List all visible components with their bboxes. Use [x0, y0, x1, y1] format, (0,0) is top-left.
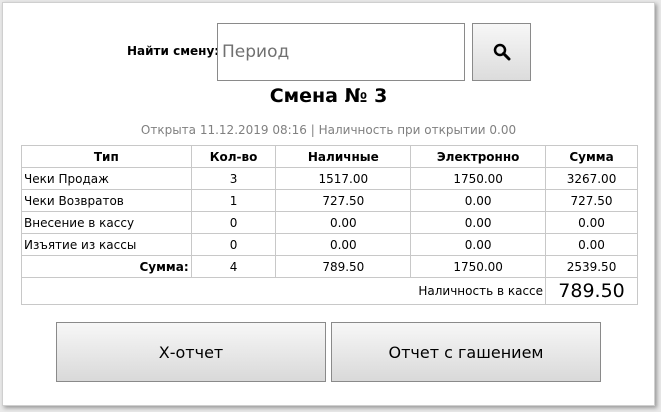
row-electronic: 0.00 — [410, 233, 547, 256]
row-sum: 0.00 — [545, 233, 638, 256]
table-total-row: Сумма: 4 789.50 1750.00 2539.50 — [21, 255, 638, 278]
row-cash: 1517.00 — [275, 167, 412, 190]
table-row: Чеки Продаж 3 1517.00 1750.00 3267.00 — [21, 167, 638, 190]
search-label: Найти смену: — [127, 44, 220, 58]
row-electronic: 0.00 — [410, 211, 547, 234]
search-icon — [493, 43, 510, 61]
header-electronic: Электронно — [410, 145, 547, 168]
row-type: Чеки Продаж — [21, 167, 192, 190]
row-cash: 0.00 — [275, 211, 412, 234]
shift-report-table: Тип Кол-во Наличные Электронно Сумма Чек… — [20, 145, 638, 305]
cash-in-register-label: Наличность в кассе — [20, 277, 547, 305]
row-electronic: 1750.00 — [410, 167, 547, 190]
row-electronic: 0.00 — [410, 189, 547, 212]
search-row: Найти смену: — [3, 23, 654, 83]
row-count: 0 — [190, 233, 277, 256]
row-sum: 0.00 — [545, 211, 638, 234]
table-row: Изъятие из кассы 0 0.00 0.00 0.00 — [21, 233, 638, 256]
table-header-row: Тип Кол-во Наличные Электронно Сумма — [21, 145, 638, 168]
table-row: Чеки Возвратов 1 727.50 0.00 727.50 — [21, 189, 638, 212]
row-type: Внесение в кассу — [21, 211, 192, 234]
total-sum: 2539.50 — [545, 255, 638, 278]
total-count: 4 — [190, 255, 277, 278]
row-count: 1 — [190, 189, 277, 212]
row-count: 3 — [190, 167, 277, 190]
z-report-button[interactable]: Отчет с гашением — [331, 322, 601, 382]
x-report-button[interactable]: Х-отчет — [56, 322, 326, 382]
cash-in-register-value: 789.50 — [545, 277, 638, 305]
total-label: Сумма: — [21, 255, 192, 278]
row-count: 0 — [190, 211, 277, 234]
search-button[interactable] — [472, 23, 531, 81]
row-cash: 0.00 — [275, 233, 412, 256]
row-type: Чеки Возвратов — [21, 189, 192, 212]
row-type: Изъятие из кассы — [21, 233, 192, 256]
header-sum: Сумма — [545, 145, 638, 168]
total-cash: 789.50 — [275, 255, 412, 278]
row-sum: 3267.00 — [545, 167, 638, 190]
row-sum: 727.50 — [545, 189, 638, 212]
cash-in-register-row: Наличность в кассе 789.50 — [20, 277, 638, 305]
row-cash: 727.50 — [275, 189, 412, 212]
shift-dialog: Найти смену: Смена № 3 Открыта 11.12.201… — [2, 2, 655, 406]
search-input[interactable] — [217, 23, 465, 81]
total-electronic: 1750.00 — [410, 255, 547, 278]
shift-title: Смена № 3 — [269, 85, 388, 107]
shift-subtitle: Открыта 11.12.2019 08:16 | Наличность пр… — [140, 123, 517, 137]
header-count: Кол-во — [190, 145, 277, 168]
header-cash: Наличные — [275, 145, 412, 168]
table-row: Внесение в кассу 0 0.00 0.00 0.00 — [21, 211, 638, 234]
header-type: Тип — [21, 145, 192, 168]
